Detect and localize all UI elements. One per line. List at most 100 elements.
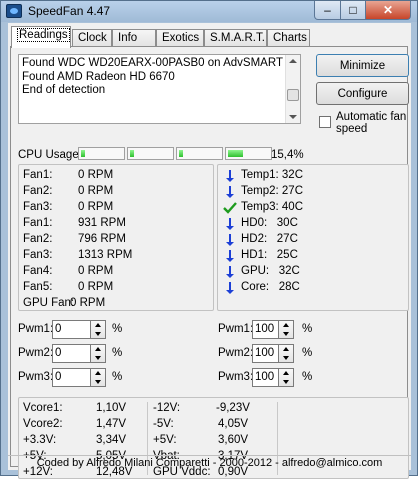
automatic-fan-speed-label: Automatic fan speed	[336, 111, 407, 135]
minimize-button[interactable]: Minimize	[316, 54, 409, 77]
pwm-value: 0	[55, 323, 62, 335]
cpu-core-bar	[127, 147, 174, 160]
cpu-usage-percent: 15,4%	[271, 149, 304, 161]
temperature-text: GPU: 32C	[241, 265, 300, 277]
pwm-label: Pwm1:	[218, 323, 254, 335]
spin-up-icon[interactable]	[95, 323, 101, 327]
scroll-down-arrow-icon[interactable]	[289, 115, 297, 119]
fan-value: 0 RPM	[78, 169, 114, 181]
cpu-core-bar-fill	[130, 150, 134, 157]
pwm-spin-buttons[interactable]	[278, 344, 294, 363]
pwm-control: Pwm2: 100 %	[218, 344, 338, 364]
fan-label: Fan4:	[23, 265, 53, 277]
window-title: SpeedFan 4.47	[28, 4, 111, 18]
fan-label: Fan3:	[23, 249, 53, 261]
voltage-value: 1,47V	[96, 418, 127, 430]
pwm-spin-buttons[interactable]	[90, 368, 106, 387]
scroll-thumb[interactable]	[287, 89, 299, 101]
fan-value: 1313 RPM	[78, 249, 133, 261]
spin-up-icon[interactable]	[95, 347, 101, 351]
pwm-control: Pwm3: 100 %	[218, 368, 338, 388]
arrow-down-icon	[226, 170, 234, 182]
voltage-label: +3.3V:	[23, 434, 57, 446]
fan-label: Fan2:	[23, 233, 53, 245]
pwm-unit: %	[112, 371, 123, 383]
cpu-core-bar-fill	[81, 150, 85, 157]
arrow-down-icon	[226, 266, 234, 278]
fan-value: 0 RPM	[70, 297, 106, 309]
pwm-unit: %	[112, 347, 123, 359]
window-maximize-button[interactable]: □	[340, 1, 366, 20]
voltage-label: Vcore1:	[23, 402, 63, 414]
spin-down-icon[interactable]	[283, 332, 289, 336]
status-bar: Coded by Alfredo Milani Comparetti - 200…	[8, 455, 411, 470]
pwm-spin-buttons[interactable]	[90, 344, 106, 363]
temperature-text: HD1: 25C	[241, 249, 298, 261]
temperature-text: Temp2: 27C	[241, 185, 304, 197]
log-line: Found AMD Radeon HD 6670	[22, 70, 175, 83]
arrow-down-icon	[226, 218, 234, 230]
arrow-down-icon	[226, 234, 234, 246]
tab-strip: Readings Clock Info Exotics S.M.A.R.T. C…	[11, 26, 409, 48]
log-line: End of detection	[22, 84, 106, 96]
scroll-up-arrow-icon[interactable]	[289, 59, 297, 63]
log-scrollbar[interactable]	[285, 55, 300, 123]
voltage-value: -9,23V	[216, 402, 250, 414]
spin-down-icon[interactable]	[95, 380, 101, 384]
window-minimize-button[interactable]: –	[314, 1, 341, 20]
speedfan-app-icon	[6, 4, 22, 18]
voltage-value: 3,34V	[96, 434, 127, 446]
pwm-control: Pwm1: 100 %	[218, 320, 338, 340]
voltage-label: +5V:	[153, 434, 177, 446]
tab-charts[interactable]: Charts	[267, 29, 310, 47]
pwm-label: Pwm1:	[18, 323, 54, 335]
fan-value: 0 RPM	[78, 281, 114, 293]
arrow-down-icon	[226, 250, 234, 262]
fan-label: Fan1:	[23, 217, 53, 229]
pwm-unit: %	[302, 347, 313, 359]
fan-label: GPU Fan:	[23, 297, 75, 309]
spin-up-icon[interactable]	[283, 323, 289, 327]
temperature-text: HD0: 30C	[241, 217, 298, 229]
pwm-value: 100	[255, 347, 275, 359]
pwm-spin-buttons[interactable]	[278, 320, 294, 339]
pwm-unit: %	[112, 323, 123, 335]
pwm-control: Pwm3: 0 %	[18, 368, 138, 388]
voltage-label: Vcore2:	[23, 418, 63, 430]
fan-label: Fan3:	[23, 201, 53, 213]
cpu-core-bar	[78, 147, 125, 160]
pwm-unit: %	[302, 371, 313, 383]
spin-down-icon[interactable]	[283, 380, 289, 384]
tab-clock[interactable]: Clock	[72, 29, 112, 47]
detection-log[interactable]: Found WDC WD20EARX-00PASB0 on AdvSMART F…	[18, 54, 301, 124]
title-bar[interactable]: SpeedFan 4.47 – □ ✕	[1, 1, 417, 22]
tab-readings[interactable]: Readings	[11, 26, 71, 48]
spin-up-icon[interactable]	[283, 371, 289, 375]
pwm-spin-buttons[interactable]	[90, 320, 106, 339]
readings-page: Found WDC WD20EARX-00PASB0 on AdvSMART F…	[10, 46, 409, 479]
spin-down-icon[interactable]	[95, 332, 101, 336]
spin-down-icon[interactable]	[95, 356, 101, 360]
temperature-text: Temp3: 40C	[241, 201, 304, 213]
cpu-core-bar	[176, 147, 223, 160]
pwm-spin-buttons[interactable]	[278, 368, 294, 387]
spin-down-icon[interactable]	[283, 356, 289, 360]
pwm-label: Pwm3:	[18, 371, 54, 383]
cpu-core-bar	[225, 147, 272, 160]
tab-smart[interactable]: S.M.A.R.T.	[204, 29, 267, 47]
configure-button[interactable]: Configure	[316, 82, 409, 105]
tab-exotics[interactable]: Exotics	[156, 29, 204, 47]
fan-value: 0 RPM	[78, 185, 114, 197]
tab-info[interactable]: Info	[112, 29, 156, 47]
spin-up-icon[interactable]	[283, 347, 289, 351]
spin-up-icon[interactable]	[95, 371, 101, 375]
client-area: Readings Clock Info Exotics S.M.A.R.T. C…	[8, 23, 411, 479]
window-close-button[interactable]: ✕	[365, 1, 411, 20]
pwm-label: Pwm2:	[18, 347, 54, 359]
voltage-value: 3,60V	[218, 434, 249, 446]
pwm-value: 100	[255, 323, 275, 335]
automatic-fan-speed-checkbox[interactable]	[319, 116, 331, 128]
arrow-down-icon	[226, 282, 234, 294]
fan-label: Fan2:	[23, 185, 53, 197]
temperatures-panel: Temp1: 32C Temp2: 27C Temp3: 40C HD0: 30…	[217, 164, 409, 311]
